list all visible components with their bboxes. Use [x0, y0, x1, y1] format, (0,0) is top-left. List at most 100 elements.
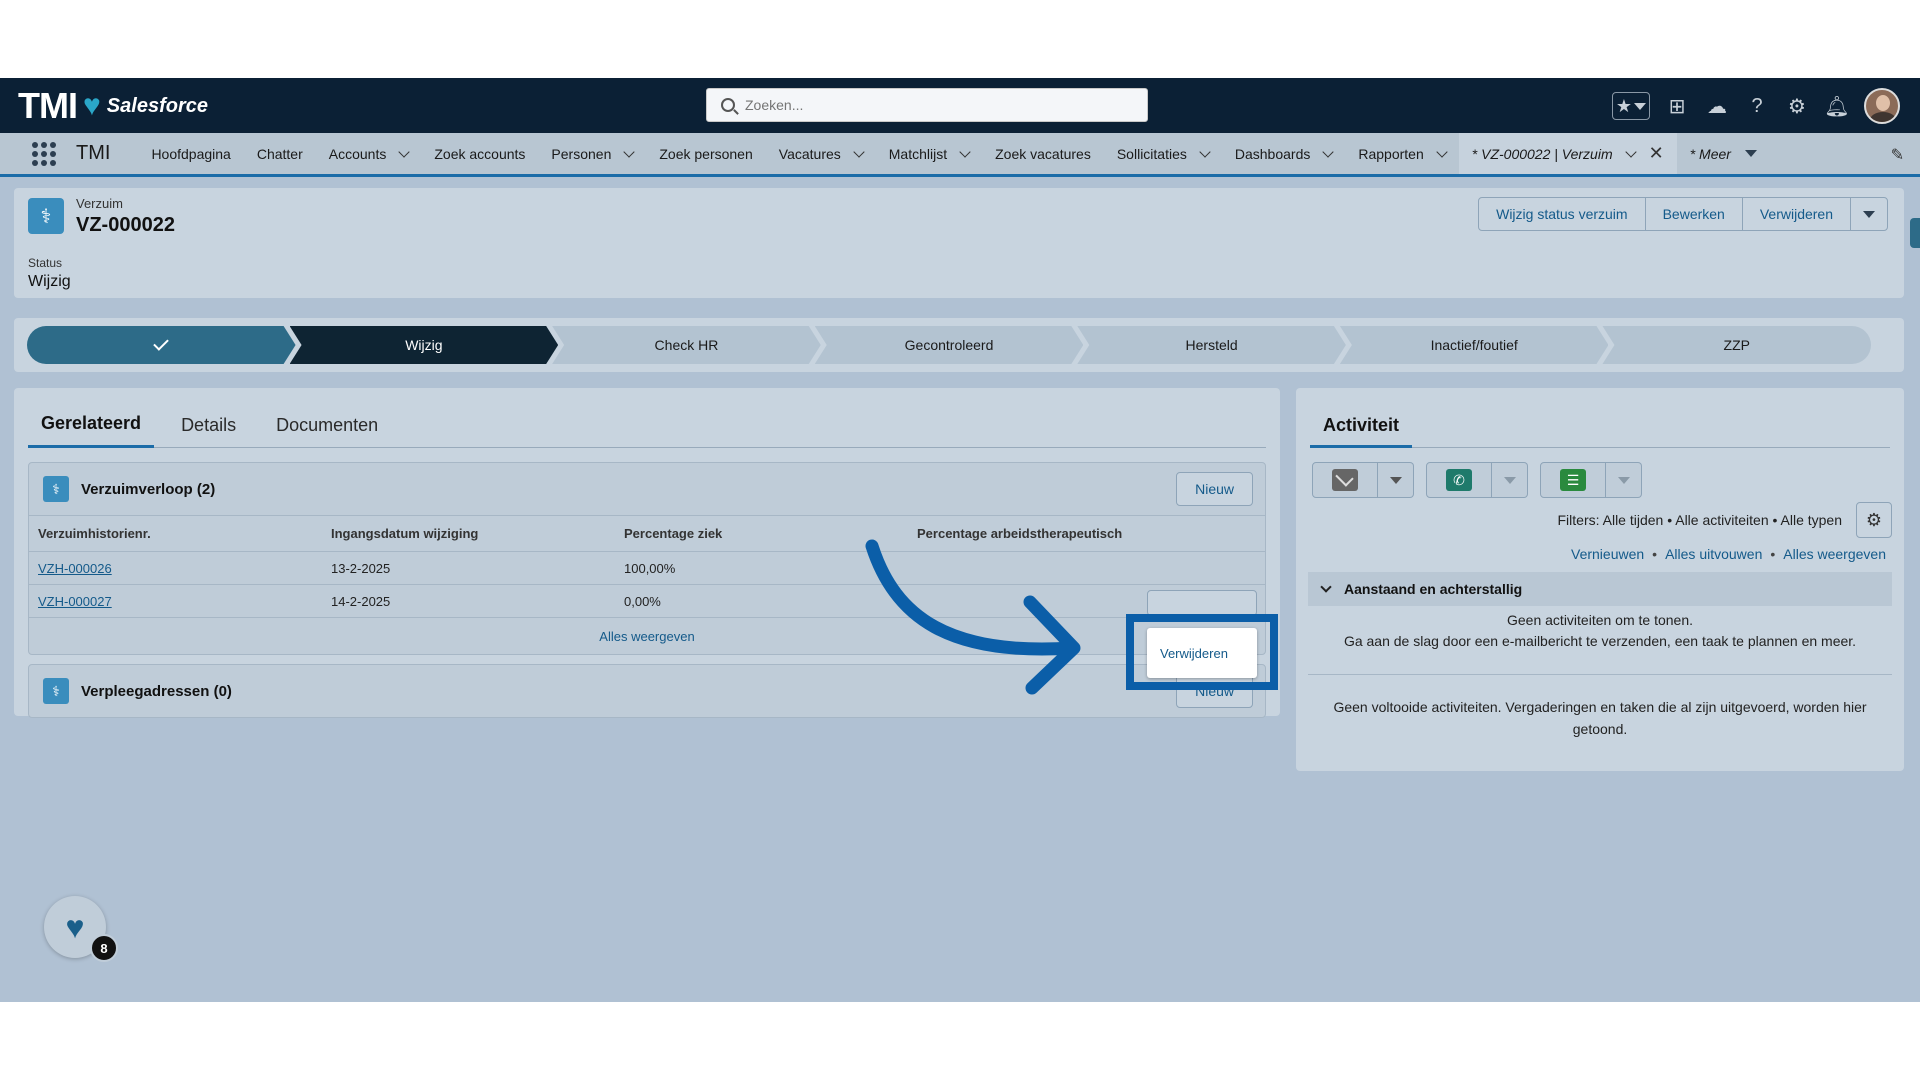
gear-icon[interactable]: ⚙: [1784, 93, 1810, 119]
logo-sub: Salesforce: [106, 94, 208, 117]
nav-item-label: Zoek accounts: [434, 145, 526, 162]
app-name: TMI: [76, 142, 111, 164]
refresh-link[interactable]: Vernieuwen: [1571, 546, 1644, 562]
upcoming-section-header[interactable]: Aanstaand en achterstallig: [1308, 572, 1892, 606]
close-icon[interactable]: ✕: [1649, 143, 1664, 164]
new-task-button[interactable]: ☰: [1540, 462, 1606, 498]
search-input[interactable]: [745, 97, 1125, 113]
record-name: VZ-000022: [76, 214, 175, 236]
chevron-down-icon: [1503, 476, 1516, 484]
nav-item-label: Vacatures: [778, 145, 841, 162]
record-object-type: Verzuim: [76, 196, 123, 211]
path-step[interactable]: Gecontroleerd: [815, 326, 1084, 364]
filter-settings-button[interactable]: ⚙: [1856, 502, 1892, 538]
nav-item-zoek-vacatures[interactable]: Zoek vacatures: [982, 132, 1104, 176]
related-list-title[interactable]: Verpleegadressen (0): [81, 683, 232, 700]
email-action: [1312, 462, 1414, 498]
view-all-link[interactable]: Alles weergeven: [1783, 546, 1886, 562]
path-step[interactable]: Wijzig: [290, 326, 559, 364]
path-step[interactable]: Inactief/foutief: [1340, 326, 1609, 364]
nav-more[interactable]: * Meer: [1677, 132, 1770, 176]
nav-item-dashboards[interactable]: Dashboards: [1222, 132, 1346, 176]
nav-more-label: * Meer: [1689, 145, 1731, 162]
task-dropdown[interactable]: [1606, 462, 1642, 498]
new-button[interactable]: Nieuw: [1176, 472, 1253, 506]
table-cell: VZH-000026: [29, 551, 322, 585]
email-button[interactable]: [1312, 462, 1378, 498]
empty-past: Geen voltooide activiteiten. Vergadering…: [1333, 699, 1867, 737]
record-header: ⚕ Verzuim VZ-000022 Wijzig status verzui…: [14, 188, 1904, 298]
related-list-title[interactable]: Verzuimverloop (2): [81, 481, 215, 498]
nav-item-zoek-accounts[interactable]: Zoek accounts: [421, 132, 538, 176]
tab-vz-000022[interactable]: * VZ-000022 | Verzuim ✕: [1458, 133, 1677, 177]
chevron-down-icon[interactable]: [853, 145, 865, 158]
record-link[interactable]: VZH-000027: [38, 594, 112, 609]
star-icon[interactable]: ★: [1616, 96, 1632, 117]
tab-documenten[interactable]: Documenten: [263, 402, 391, 448]
tab-label: * VZ-000022 | Verzuim: [1471, 145, 1613, 162]
add-icon[interactable]: ⊞: [1664, 93, 1690, 119]
favorites-button[interactable]: ★: [1611, 92, 1650, 120]
more-actions-button[interactable]: [1850, 197, 1888, 231]
nav-item-matchlijst[interactable]: Matchlijst: [876, 132, 982, 176]
chevron-down-icon[interactable]: [398, 145, 411, 158]
path-step[interactable]: ZZP: [1602, 326, 1872, 364]
app-launcher-icon[interactable]: [30, 140, 58, 168]
header-utilities: ★ ⊞ ☁ ? ⚙ 🔔︎: [1611, 86, 1900, 126]
record-actions: Wijzig status verzuim Bewerken Verwijder…: [1478, 197, 1888, 231]
change-status-button[interactable]: Wijzig status verzuim: [1478, 197, 1646, 231]
delete-button[interactable]: Verwijderen: [1741, 197, 1851, 231]
nav-item-hoofdpagina[interactable]: Hoofdpagina: [138, 132, 243, 176]
chevron-down-icon[interactable]: [1199, 145, 1211, 158]
nav-item-zoek-personen[interactable]: Zoek personen: [646, 132, 765, 176]
trailhead-icon[interactable]: ☁: [1704, 93, 1730, 119]
tab-gerelateerd[interactable]: Gerelateerd: [28, 402, 155, 448]
nav-item-sollicitaties[interactable]: Sollicitaties: [1104, 132, 1222, 176]
nav-item-chatter[interactable]: Chatter: [244, 132, 316, 176]
nav-item-accounts[interactable]: Accounts: [316, 132, 422, 176]
avatar[interactable]: [1864, 88, 1900, 124]
phone-icon: ✆: [1446, 469, 1472, 491]
call-dropdown[interactable]: [1492, 462, 1528, 498]
bell-icon[interactable]: 🔔︎: [1824, 93, 1850, 119]
edit-nav-icon[interactable]: ✎: [1891, 145, 1904, 165]
column-header[interactable]: Verzuimhistorienr.: [29, 515, 322, 552]
chevron-down-icon: [1389, 476, 1402, 484]
nav-item-vacatures[interactable]: Vacatures: [766, 132, 876, 176]
chevron-down-icon[interactable]: [1322, 145, 1335, 158]
column-header[interactable]: Ingangsdatum wijziging: [322, 515, 615, 552]
tmi-salesforce-logo[interactable]: TMI ♥ Salesforce: [18, 85, 208, 126]
activity-links: Vernieuwen • Alles uitvouwen • Alles wee…: [1571, 546, 1886, 562]
chevron-down-icon[interactable]: [1624, 145, 1637, 158]
chevron-down-icon: [1744, 150, 1757, 157]
table-cell: 13-2-2025: [322, 551, 615, 585]
activity-title[interactable]: Activiteit: [1310, 402, 1413, 448]
status-label: Status: [28, 256, 63, 270]
path-step[interactable]: Check HR: [552, 326, 821, 364]
side-panel-toggle[interactable]: [1910, 218, 1920, 248]
chevron-down-icon[interactable]: [1634, 102, 1646, 110]
global-search[interactable]: [706, 88, 1148, 122]
nav-item-label: Accounts: [328, 145, 387, 162]
path-steps: Wijzig Check HR Gecontroleerd Hersteld Inact…: [27, 326, 1872, 364]
email-dropdown[interactable]: [1378, 462, 1414, 498]
log-call-button[interactable]: ✆: [1426, 462, 1492, 498]
expand-all-link[interactable]: Alles uitvouwen: [1665, 546, 1762, 562]
row-actions-button[interactable]: [1147, 590, 1257, 616]
help-icon[interactable]: ?: [1744, 93, 1770, 119]
nav-item-personen[interactable]: Personen: [538, 132, 646, 176]
path-step[interactable]: [27, 326, 296, 364]
logo-text: TMI: [18, 85, 78, 126]
tab-details[interactable]: Details: [168, 402, 249, 448]
path-step[interactable]: Hersteld: [1077, 326, 1346, 364]
chevron-down-icon[interactable]: [1436, 145, 1448, 158]
nav-item-label: Personen: [551, 145, 612, 162]
edit-button[interactable]: Bewerken: [1644, 197, 1743, 231]
nav-item-rapporten[interactable]: Rapporten: [1345, 132, 1458, 176]
record-link[interactable]: VZH-000026: [38, 561, 112, 576]
related-list-header: ⚕ Verzuimverloop (2) Nieuw: [29, 463, 1265, 515]
chevron-down-icon[interactable]: [959, 145, 971, 158]
empty-upcoming: Geen activiteiten om te tonen. Ga aan de…: [1308, 610, 1892, 652]
heart-icon: ♥: [82, 89, 101, 122]
chevron-down-icon[interactable]: [623, 145, 636, 158]
